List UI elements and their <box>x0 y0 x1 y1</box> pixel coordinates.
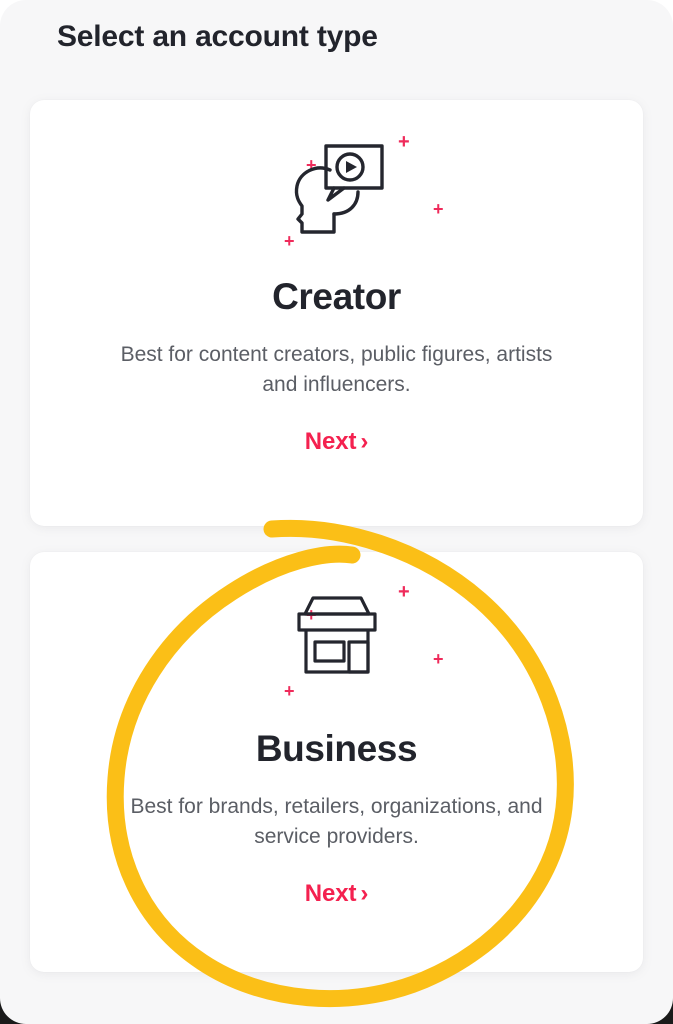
sparkle-plus-icon: + <box>398 131 410 153</box>
app-screen: Select an account type + + + + Creator B… <box>0 0 673 1024</box>
next-button-label: Next <box>304 879 357 907</box>
account-type-card-creator[interactable]: + + + + Creator Best for content creator… <box>30 100 643 526</box>
creator-icon-area: + + + + <box>30 100 643 268</box>
next-button-creator[interactable]: Next › <box>297 426 377 458</box>
card-title-business: Business <box>255 728 418 769</box>
business-icon-area: + + + + <box>30 552 643 720</box>
sparkle-plus-icon: + <box>433 199 444 219</box>
sparkle-plus-icon: + <box>433 649 444 669</box>
head-with-video-speech-bubble-icon <box>282 136 392 236</box>
card-description-business: Best for brands, retailers, organization… <box>130 795 543 848</box>
next-button-business[interactable]: Next › <box>297 878 377 910</box>
sparkle-plus-icon: + <box>284 681 295 701</box>
chevron-right-icon: › <box>360 879 369 907</box>
next-button-label: Next <box>304 427 357 455</box>
page-title: Select an account type <box>57 20 378 53</box>
chevron-right-icon: › <box>360 427 369 455</box>
sparkle-plus-icon: + <box>398 581 410 603</box>
card-description-creator: Best for content creators, public figure… <box>120 343 553 396</box>
card-title-creator: Creator <box>272 276 401 317</box>
account-type-card-business[interactable]: + + + + Business Best for brands, retail… <box>30 552 643 972</box>
storefront-icon <box>285 592 389 678</box>
